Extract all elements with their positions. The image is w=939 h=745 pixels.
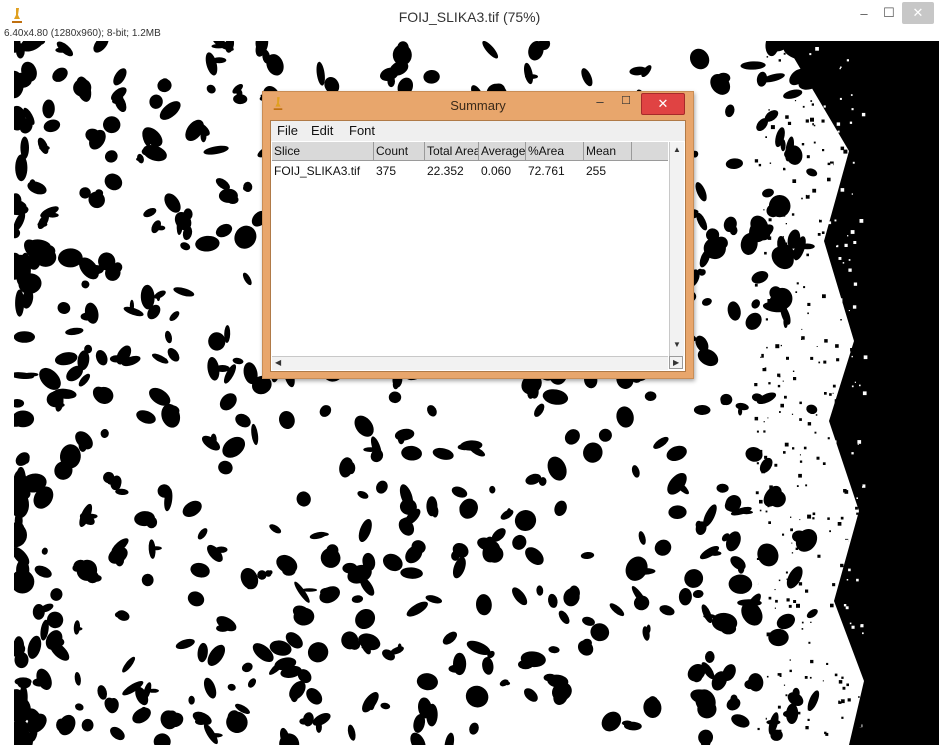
cell-mean: 255 xyxy=(586,164,607,178)
summary-window: Summary – ☐ ✕ File Edit Font Slice Count… xyxy=(262,91,694,379)
scroll-up-arrow-icon[interactable]: ▲ xyxy=(673,145,681,154)
cell-average: 0.060 xyxy=(481,164,512,178)
table-row[interactable]: FOIJ_SLIKA3.tif 375 22.352 0.060 72.761 … xyxy=(272,162,668,180)
cell-slice: FOIJ_SLIKA3.tif xyxy=(274,164,361,178)
column-header-slice[interactable]: Slice xyxy=(272,142,374,160)
column-header-average[interactable]: Average xyxy=(479,142,526,160)
column-header-mean[interactable]: Mean xyxy=(584,142,632,160)
summary-minimize-button[interactable]: – xyxy=(589,94,611,112)
column-header-empty xyxy=(632,142,668,160)
cell-total-area: 22.352 xyxy=(427,164,464,178)
column-header-percent-area[interactable]: %Area xyxy=(526,142,584,160)
scroll-right-button[interactable]: ▶ xyxy=(669,356,683,369)
horizontal-scrollbar[interactable]: ◀ xyxy=(272,356,668,370)
image-info-text: 6.40x4.80 (1280x960); 8-bit; 1.2MB xyxy=(4,28,161,39)
menu-edit[interactable]: Edit xyxy=(311,123,333,138)
summary-menubar: File Edit Font xyxy=(271,121,685,141)
close-button[interactable]: ✕ xyxy=(902,2,934,24)
summary-content: File Edit Font Slice Count Total Area Av… xyxy=(270,120,686,372)
scroll-right-arrow-icon[interactable]: ▶ xyxy=(673,358,679,367)
results-table-header: Slice Count Total Area Average %Area Mea… xyxy=(272,142,668,161)
summary-maximize-button[interactable]: ☐ xyxy=(615,94,637,112)
column-header-total-area[interactable]: Total Area xyxy=(425,142,479,160)
maximize-button[interactable]: ☐ xyxy=(878,2,900,24)
summary-titlebar[interactable]: Summary – ☐ ✕ xyxy=(263,92,693,118)
minimize-button[interactable]: – xyxy=(852,2,876,24)
vertical-scrollbar[interactable]: ▲ ▼ xyxy=(669,142,684,356)
menu-font[interactable]: Font xyxy=(349,123,375,138)
cell-count: 375 xyxy=(376,164,397,178)
menu-file[interactable]: File xyxy=(277,123,298,138)
cell-percent-area: 72.761 xyxy=(528,164,565,178)
column-header-count[interactable]: Count xyxy=(374,142,425,160)
summary-close-button[interactable]: ✕ xyxy=(641,93,685,115)
scroll-left-arrow-icon[interactable]: ◀ xyxy=(275,358,281,367)
window-title: FOIJ_SLIKA3.tif (75%) xyxy=(398,9,541,25)
scroll-down-arrow-icon[interactable]: ▼ xyxy=(673,340,681,349)
image-window-titlebar[interactable]: FOIJ_SLIKA3.tif (75%) – ☐ ✕ xyxy=(0,0,939,30)
